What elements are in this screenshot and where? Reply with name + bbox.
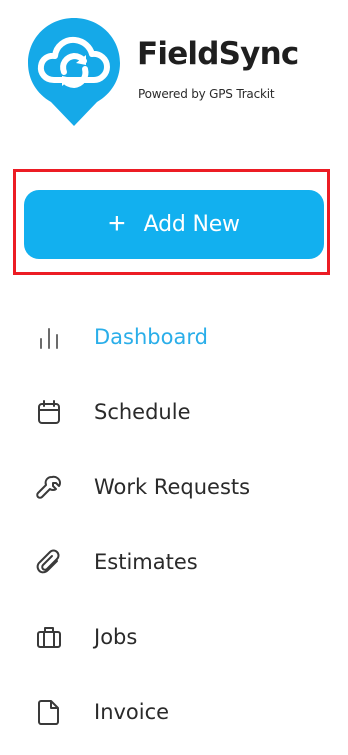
sidebar-item-dashboard[interactable]: Dashboard [0,307,348,367]
cloud-sync-pin-icon [28,18,120,126]
fieldsync-logo[interactable]: FieldSync Powered by GPS Trackit [28,16,338,128]
add-new-button[interactable]: + Add New [24,190,324,259]
sidebar-item-label: Schedule [94,400,191,424]
plus-icon: + [108,206,126,240]
sidebar-item-estimates[interactable]: Estimates [0,532,348,592]
sidebar-item-label: Work Requests [94,475,251,499]
add-new-label: Add New [143,212,240,237]
document-icon [34,697,64,727]
brand-name: FieldSync [137,36,299,72]
wrench-icon [34,472,64,502]
sidebar-item-label: Dashboard [94,325,208,349]
brand-tagline: Powered by GPS Trackit [138,87,275,101]
calendar-icon [34,397,64,427]
sidebar-item-work-requests[interactable]: Work Requests [0,457,348,517]
sidebar-item-invoice[interactable]: Invoice [0,682,348,742]
sidebar-item-label: Invoice [94,700,170,724]
paperclip-icon [34,547,64,577]
sidebar-item-label: Estimates [94,550,198,574]
briefcase-icon [34,622,64,652]
sidebar-item-jobs[interactable]: Jobs [0,607,348,667]
sidebar-item-label: Jobs [94,625,138,649]
sidebar-item-schedule[interactable]: Schedule [0,382,348,442]
bar-chart-icon [34,322,64,352]
